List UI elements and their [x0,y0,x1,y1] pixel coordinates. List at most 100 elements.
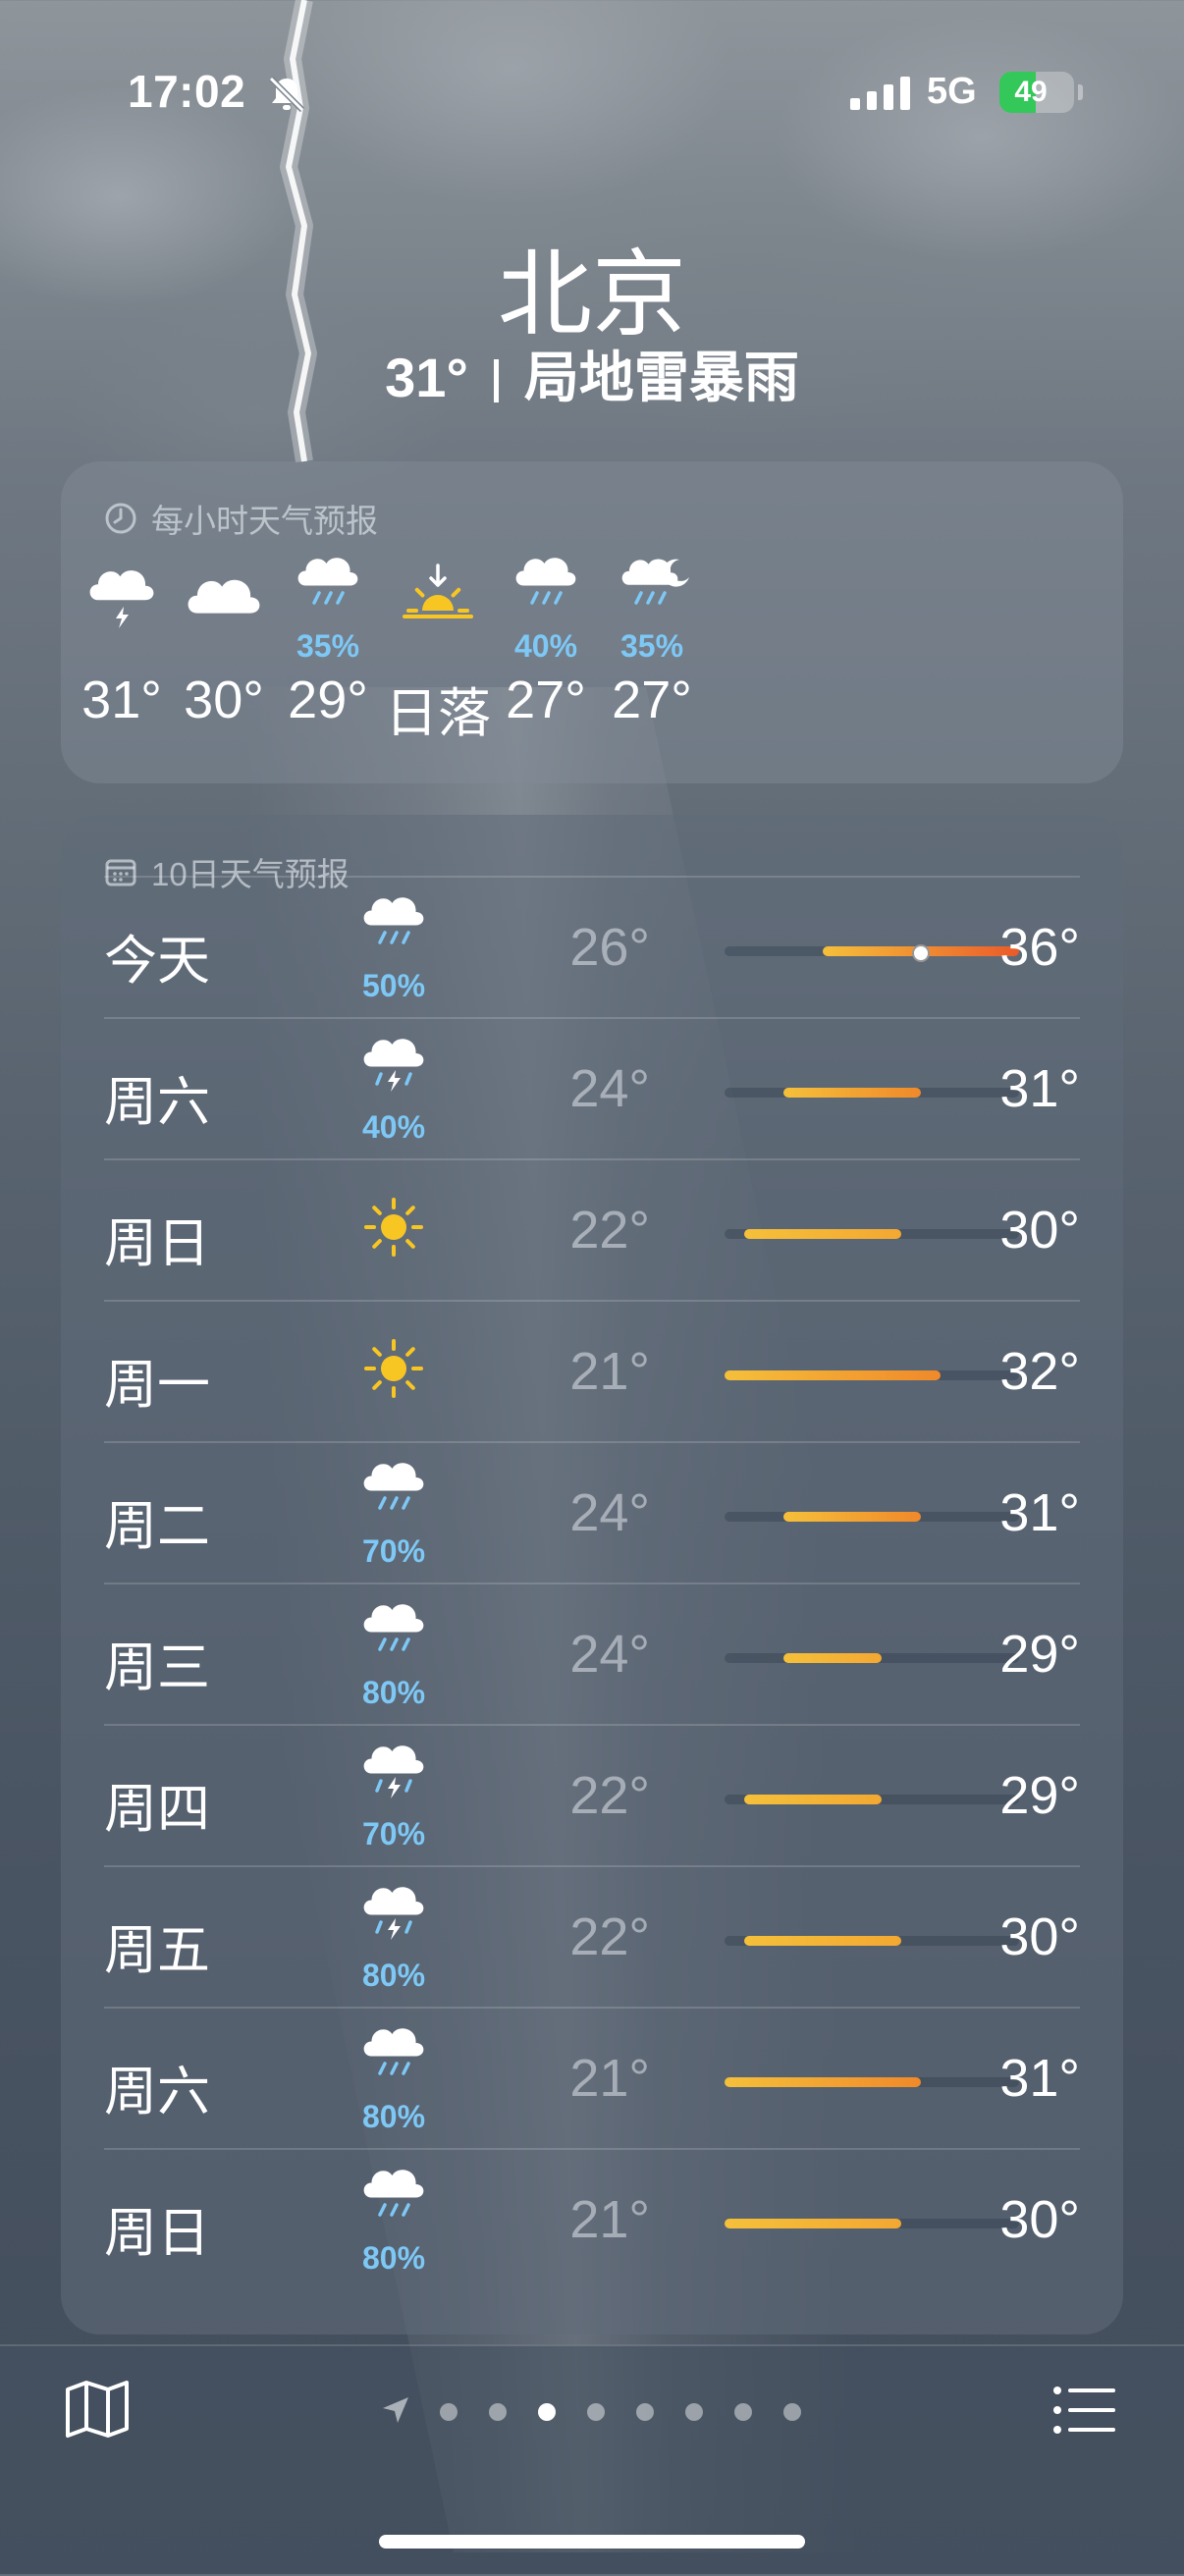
page-dot[interactable] [538,2403,556,2421]
temp-range-track [725,2219,1019,2228]
cloud-rain-icon [363,2028,424,2075]
daily-precip: 80% [361,2099,426,2134]
daily-icon [340,1329,448,1408]
sun-icon [364,1198,423,1257]
page-dot[interactable] [587,2403,605,2421]
temp-range-track [725,1936,1019,1946]
network-type: 5G [927,71,977,112]
temp-range-track [725,1795,1019,1804]
daily-icon [340,1881,448,1959]
temp-range-bar [783,1088,921,1098]
daily-high-temp: 31° [999,2049,1080,2108]
daily-low-temp: 24° [569,1059,650,1118]
current-condition: 局地雷暴雨 [523,347,799,408]
hourly-forecast-card[interactable]: 每小时天气预报 31° 30° 35% 29° 日落 40% 27° 35% 27° [61,461,1123,783]
daily-precip: 80% [361,2240,426,2276]
daily-high-temp: 36° [999,918,1080,977]
page-dot[interactable] [685,2403,703,2421]
cloud-bolt-rain-icon [363,1745,424,1798]
battery-indicator: 49 [999,72,1074,113]
daily-icon [340,1740,448,1818]
daily-high-temp: 32° [999,1342,1080,1401]
cloud-moon-rain-icon [621,559,689,605]
daily-low-temp: 21° [569,1342,650,1401]
hourly-precip: 35% [619,628,684,664]
daily-low-temp: 21° [569,2049,650,2108]
separator [493,359,499,402]
daily-day: 周一 [104,1356,210,1415]
temp-range-track [725,944,1019,962]
daily-icon [340,1598,448,1677]
daily-day: 周二 [104,1497,210,1556]
current-temp-dot [912,944,930,962]
daily-row[interactable]: 周日 80% 21° 30° [104,2148,1080,2291]
temp-range-bar [783,1653,882,1663]
bell-slash-icon [268,76,305,113]
daily-row[interactable]: 周五 80% 22° 30° [104,1865,1080,2009]
cloud-rain-icon [363,1604,424,1651]
daily-day: 周三 [104,1638,210,1697]
daily-precip: 50% [361,968,426,1003]
daily-high-temp: 30° [999,1907,1080,1966]
temp-range-bar [725,1370,941,1380]
current-temp: 31° [385,347,468,408]
daily-row[interactable]: 今天 50% 26° 36° [104,876,1080,1019]
page-dot[interactable] [489,2403,507,2421]
temp-range-bar [744,1229,901,1239]
daily-precip: 80% [361,1675,426,1710]
temp-range-track [725,1653,1019,1663]
temp-range-bar [744,1795,882,1804]
temp-range-bar [783,1512,921,1522]
daily-row[interactable]: 周四 70% 22° 29° [104,1724,1080,1867]
daily-day: 周日 [104,1214,210,1273]
daily-row[interactable]: 周二 70% 24° 31° [104,1441,1080,1584]
daily-row[interactable]: 周日 22° 30° [104,1158,1080,1302]
daily-high-temp: 30° [999,2190,1080,2249]
daily-low-temp: 21° [569,2190,650,2249]
daily-row[interactable]: 周六 40% 24° 31° [104,1017,1080,1160]
daily-day: 周六 [104,2063,210,2121]
daily-icon [340,1188,448,1266]
temp-range-bar [725,2077,921,2087]
daily-high-temp: 31° [999,1059,1080,1118]
temp-range-bar [744,1936,901,1946]
daily-low-temp: 22° [569,1201,650,1260]
daily-precip: 40% [361,1109,426,1145]
signal-strength-icon [850,77,910,110]
cloud-bolt-rain-icon [363,1039,424,1092]
hourly-forecast-title: 每小时天气预报 [104,495,378,542]
temp-range-track [725,1370,1019,1380]
daily-high-temp: 29° [999,1625,1080,1684]
page-dot[interactable] [636,2403,654,2421]
daily-low-temp: 24° [569,1625,650,1684]
page-dot[interactable] [734,2403,752,2421]
temp-range-track [725,1088,1019,1098]
cloud-rain-icon [363,2170,424,2217]
cloud-rain-icon [363,1463,424,1510]
cloud-rain-icon [363,897,424,944]
daily-forecast-card[interactable]: 10日天气预报 今天 50% 26° 36° 周六 40% 24° 31° 周日 22° 30° 周一… [61,815,1123,2334]
daily-high-temp: 29° [999,1766,1080,1825]
daily-row[interactable]: 周六 80% 21° 31° [104,2007,1080,2150]
page-dot[interactable] [783,2403,801,2421]
map-icon[interactable] [65,2380,130,2439]
daily-day: 周六 [104,1073,210,1132]
clock-icon [105,503,136,534]
daily-precip: 80% [361,1958,426,1993]
cloud-bolt-rain-icon [363,1887,424,1940]
page-dot[interactable] [440,2403,457,2421]
daily-icon [340,2164,448,2242]
daily-low-temp: 26° [569,918,650,977]
daily-day: 今天 [104,932,210,991]
battery-percent: 49 [1014,76,1048,108]
home-indicator[interactable] [379,2535,805,2549]
hourly-title-text: 每小时天气预报 [151,503,378,539]
daily-low-temp: 22° [569,1907,650,1966]
daily-row[interactable]: 周一 21° 32° [104,1300,1080,1443]
location-arrow-icon [383,2397,408,2423]
daily-low-temp: 22° [569,1766,650,1825]
battery-tip [1078,84,1083,100]
list-icon[interactable] [1052,2386,1117,2435]
sun-icon [364,1339,423,1398]
daily-row[interactable]: 周三 80% 24° 29° [104,1583,1080,1726]
